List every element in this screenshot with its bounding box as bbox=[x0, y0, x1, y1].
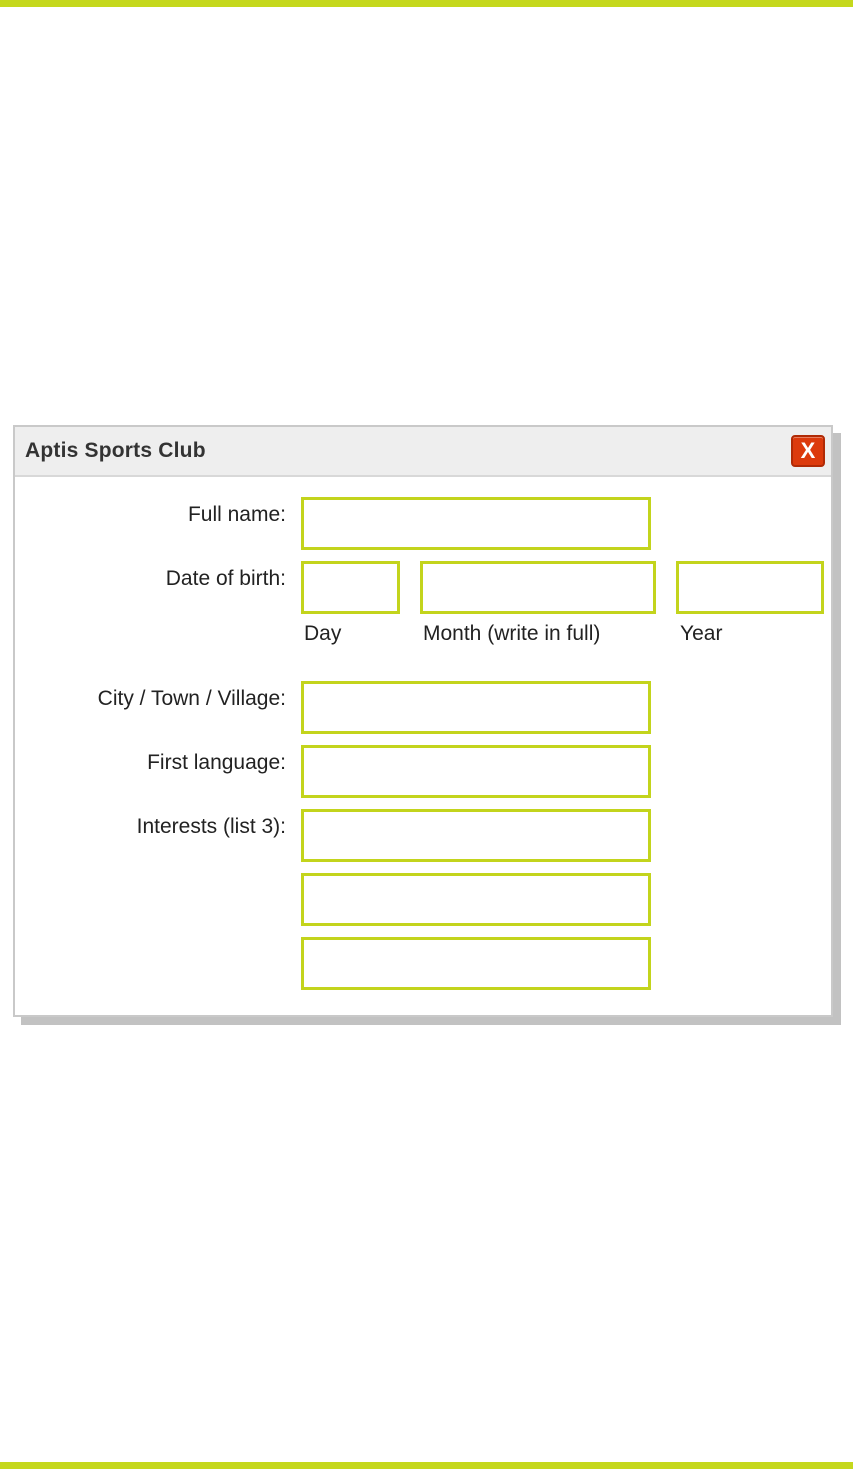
close-button[interactable]: X bbox=[791, 435, 825, 467]
birth-year-field[interactable] bbox=[676, 561, 824, 614]
date-of-birth-label: Date of birth: bbox=[165, 567, 286, 590]
full-name-label: Full name: bbox=[187, 503, 286, 526]
first-language-label: First language: bbox=[147, 751, 286, 774]
year-caption: Year bbox=[680, 622, 723, 645]
full-name-field[interactable] bbox=[301, 497, 651, 550]
form-window: Aptis Sports Club X Full name: Date of b… bbox=[13, 425, 833, 1017]
day-caption: Day bbox=[304, 622, 342, 645]
birth-month-field[interactable] bbox=[420, 561, 656, 614]
page: Aptis Sports Club X Full name: Date of b… bbox=[0, 0, 853, 1469]
title-bar: Aptis Sports Club X bbox=[15, 427, 831, 477]
city-label: City / Town / Village: bbox=[97, 687, 286, 710]
top-accent-rule bbox=[0, 0, 853, 7]
birth-day-field[interactable] bbox=[301, 561, 400, 614]
interest-field-2[interactable] bbox=[301, 873, 651, 926]
month-caption: Month (write in full) bbox=[423, 622, 601, 645]
interest-field-3[interactable] bbox=[301, 937, 651, 990]
window-title: Aptis Sports Club bbox=[25, 439, 206, 462]
interest-field-1[interactable] bbox=[301, 809, 651, 862]
first-language-field[interactable] bbox=[301, 745, 651, 798]
bottom-accent-rule bbox=[0, 1462, 853, 1469]
city-field[interactable] bbox=[301, 681, 651, 734]
interests-label: Interests (list 3): bbox=[136, 815, 286, 838]
